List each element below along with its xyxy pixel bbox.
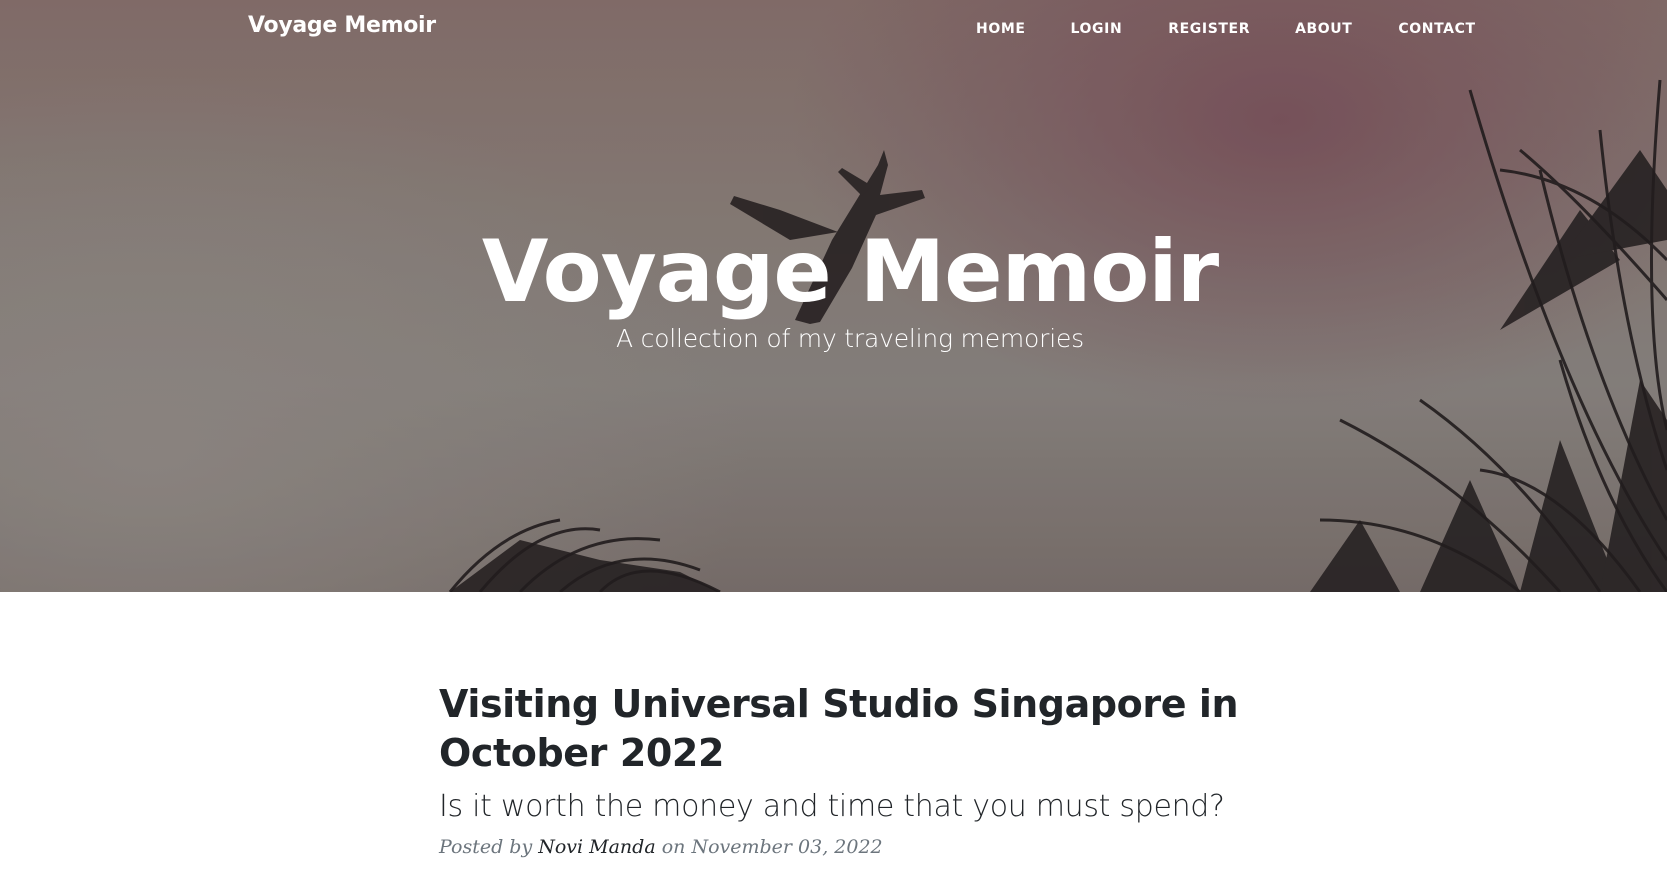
- site-title: Voyage Memoir: [481, 222, 1219, 322]
- nav-link-login[interactable]: LOGIN: [1071, 21, 1123, 37]
- navbar-brand[interactable]: Voyage Memoir: [248, 13, 436, 38]
- post-preview: Visiting Universal Studio Singapore in O…: [439, 680, 1259, 877]
- post-subtitle[interactable]: Is it worth the money and time that you …: [439, 787, 1259, 827]
- nav-links: HOME LOGIN REGISTER ABOUT CONTACT: [976, 21, 1476, 37]
- nav-link-contact[interactable]: CONTACT: [1398, 21, 1475, 37]
- post-meta-on: on: [661, 836, 686, 858]
- navbar: Voyage Memoir HOME LOGIN REGISTER ABOUT …: [0, 0, 1667, 60]
- post-date: November 03, 2022: [691, 836, 883, 858]
- nav-link-register[interactable]: REGISTER: [1168, 21, 1250, 37]
- site-subtitle: A collection of my traveling memories: [616, 324, 1084, 353]
- site-heading: Voyage Memoir A collection of my traveli…: [0, 222, 1667, 353]
- post-meta-prefix: Posted by: [439, 836, 533, 858]
- nav-link-about[interactable]: ABOUT: [1295, 21, 1352, 37]
- masthead-hero: Voyage Memoir HOME LOGIN REGISTER ABOUT …: [0, 0, 1667, 592]
- post-meta: Posted by Novi Manda on November 03, 202…: [439, 836, 1259, 858]
- nav-link-home[interactable]: HOME: [976, 21, 1026, 37]
- post-title[interactable]: Visiting Universal Studio Singapore in O…: [439, 680, 1259, 778]
- post-author-link[interactable]: Novi Manda: [538, 836, 655, 858]
